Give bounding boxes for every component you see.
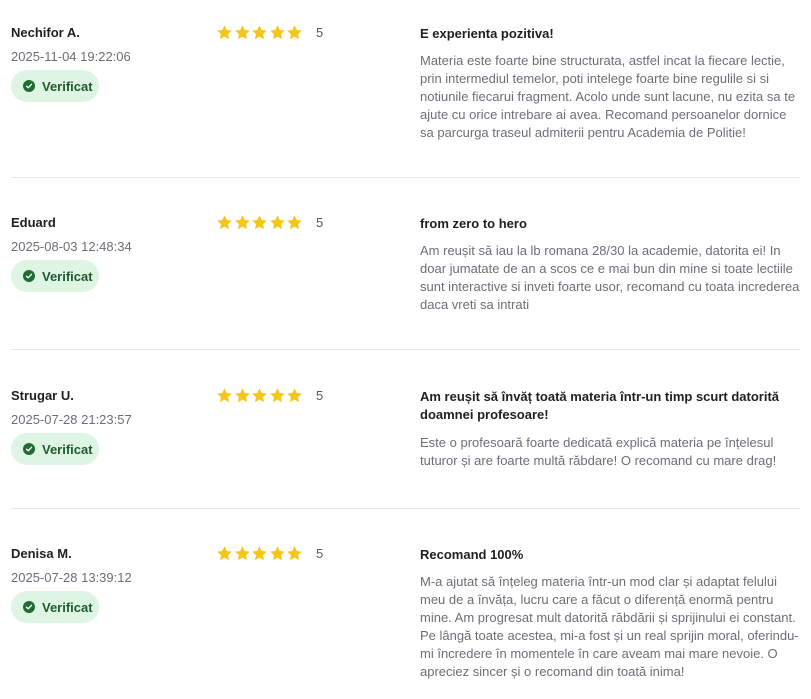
star-icon <box>269 546 285 561</box>
review-date: 2025-07-28 13:39:12 <box>11 570 132 585</box>
star-icon <box>217 388 232 403</box>
reviewer-name: Eduard <box>11 215 56 230</box>
verified-label: Verificat <box>42 78 93 94</box>
reviewer-name: Nechifor A. <box>11 25 80 40</box>
star-icon <box>269 215 285 230</box>
star-icon <box>234 215 250 230</box>
star-icon <box>287 25 302 40</box>
star-icon <box>252 25 267 40</box>
review-title: E experienta pozitiva! <box>420 26 554 41</box>
star-rating <box>216 24 304 41</box>
rating-value: 5 <box>316 546 324 561</box>
star-rating <box>216 214 304 231</box>
star-icon <box>287 388 302 403</box>
check-circle-icon <box>23 601 35 613</box>
star-icon <box>234 388 250 403</box>
review-body: Am reușit să iau la lb romana 28/30 la a… <box>420 243 800 312</box>
star-rating <box>216 387 304 404</box>
check-circle-icon <box>23 270 35 282</box>
check-circle-icon <box>23 443 35 455</box>
star-icon <box>217 546 232 561</box>
verified-badge: Verificat <box>11 260 99 292</box>
verified-label: Verificat <box>42 599 93 615</box>
rating-value: 5 <box>316 388 324 403</box>
divider <box>11 349 800 350</box>
verified-badge: Verificat <box>11 433 99 465</box>
star-icon <box>252 215 267 230</box>
check-circle-icon <box>23 80 35 92</box>
star-rating <box>216 545 304 562</box>
rating-value: 5 <box>316 215 324 230</box>
review-body: Materia este foarte bine structurata, as… <box>420 53 796 140</box>
verified-label: Verificat <box>42 441 93 457</box>
star-icon <box>234 546 250 561</box>
review-title: Recomand 100% <box>420 547 524 562</box>
star-icon <box>252 388 267 403</box>
divider <box>11 177 800 178</box>
star-icon <box>269 388 285 403</box>
review-date: 2025-08-03 12:48:34 <box>11 239 132 254</box>
star-icon <box>217 215 232 230</box>
reviewer-name: Strugar U. <box>11 388 74 403</box>
review-title: from zero to hero <box>420 216 527 231</box>
star-icon <box>287 215 302 230</box>
rating-value: 5 <box>316 25 324 40</box>
star-icon <box>287 546 302 561</box>
verified-badge: Verificat <box>11 70 99 102</box>
star-icon <box>252 546 267 561</box>
verified-badge: Verificat <box>11 591 99 623</box>
verified-label: Verificat <box>42 268 93 284</box>
review-body: M-a ajutat să înțeleg materia într-un mo… <box>420 574 799 679</box>
review-date: 2025-11-04 19:22:06 <box>11 49 131 64</box>
review-body: Este o profesoară foarte dedicată explic… <box>420 435 777 468</box>
star-icon <box>269 25 285 40</box>
review-date: 2025-07-28 21:23:57 <box>11 412 132 427</box>
star-icon <box>234 25 250 40</box>
reviewer-name: Denisa M. <box>11 546 72 561</box>
divider <box>11 508 800 509</box>
review-title: Am reușit să învăț toată materia într-un… <box>420 389 780 422</box>
star-icon <box>217 25 232 40</box>
